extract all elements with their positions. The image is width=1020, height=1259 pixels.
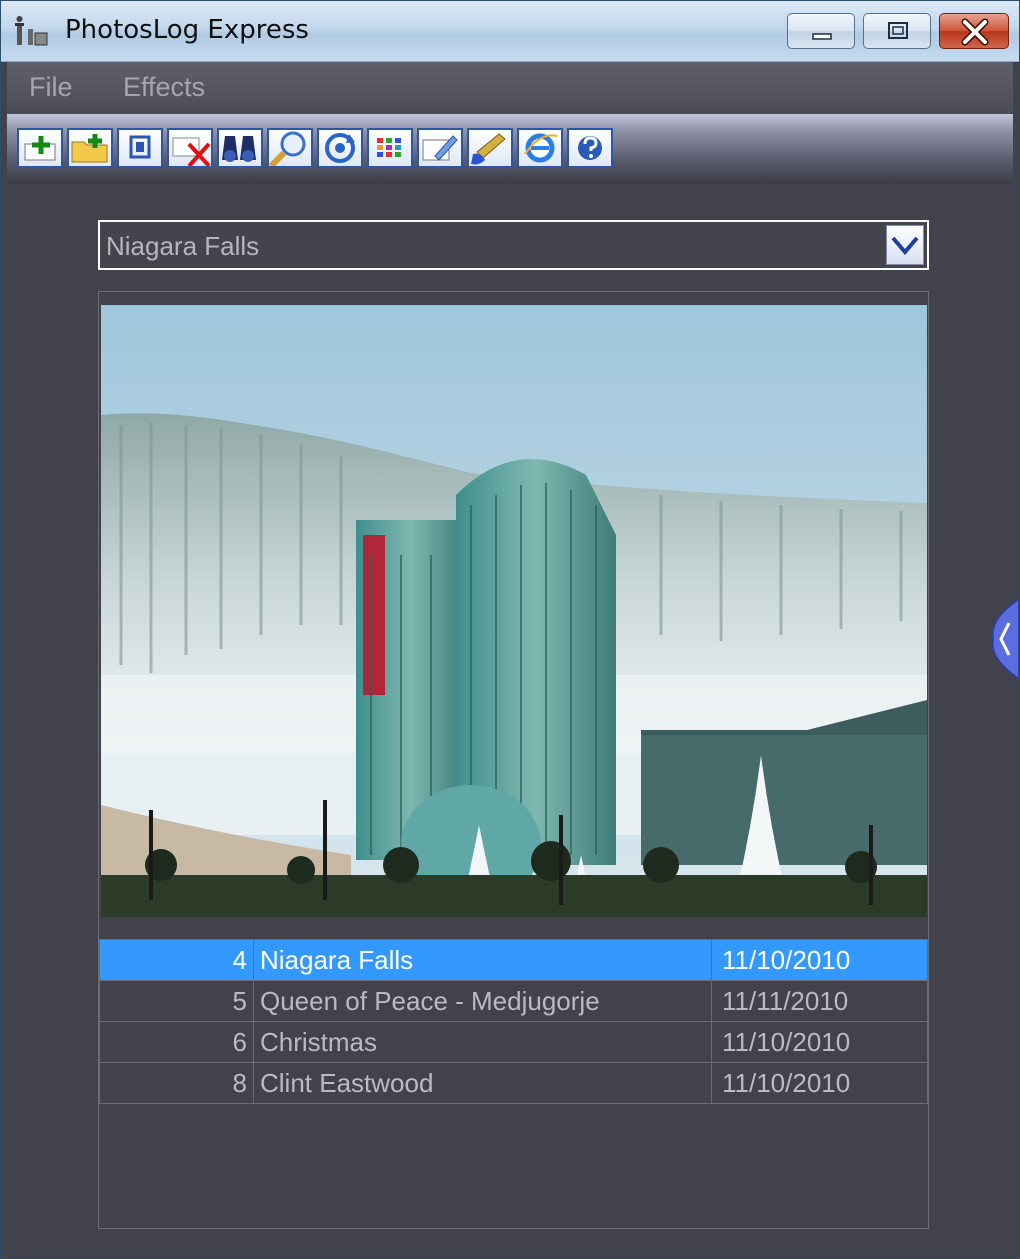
close-icon <box>961 18 989 46</box>
web-button[interactable] <box>517 128 563 168</box>
thumbnails-grid-icon <box>377 138 401 157</box>
close-button[interactable] <box>939 13 1009 49</box>
photo-name-cell: Niagara Falls <box>253 939 712 981</box>
table-row[interactable]: 6 Christmas 11/10/2010 <box>99 1021 928 1063</box>
zoom-button[interactable] <box>267 128 313 168</box>
album-dropdown[interactable]: Niagara Falls <box>98 220 929 270</box>
photo-name-cell: Clint Eastwood <box>253 1062 712 1104</box>
edit-icon <box>422 135 458 161</box>
photo-id-cell: 5 <box>99 980 254 1022</box>
menu-bar: File Effects <box>7 62 1013 114</box>
title-bar[interactable]: PhotosLog Express <box>1 1 1019 62</box>
paint-button[interactable] <box>467 128 513 168</box>
maximize-button[interactable] <box>863 13 931 49</box>
rotate-icon <box>325 133 355 163</box>
delete-icon <box>172 137 211 166</box>
minimize-icon <box>812 33 832 40</box>
edit-button[interactable] <box>417 128 463 168</box>
dropdown-arrow-button[interactable] <box>886 225 924 265</box>
photo-date-cell: 11/11/2010 <box>711 980 928 1022</box>
photo-date-cell: 11/10/2010 <box>711 939 928 981</box>
add-folder-icon <box>71 134 108 163</box>
help-button[interactable] <box>567 128 613 168</box>
delete-button[interactable] <box>167 128 213 168</box>
thumbnails-button[interactable] <box>367 128 413 168</box>
photo-id-cell: 4 <box>99 939 254 981</box>
niagara-falls-photo <box>101 305 927 917</box>
add-photo-button[interactable] <box>17 128 63 168</box>
toolbar <box>7 114 1013 184</box>
photo-name-cell: Christmas <box>253 1021 712 1063</box>
table-row[interactable]: 4 Niagara Falls 11/10/2010 <box>99 939 928 981</box>
binoculars-icon <box>222 136 256 162</box>
photo-preview <box>101 305 927 917</box>
photo-date-cell: 11/10/2010 <box>711 1062 928 1104</box>
chevron-down-icon <box>891 236 919 256</box>
photo-name-cell: Queen of Peace - Medjugorje <box>253 980 712 1022</box>
restore-icon <box>888 22 908 39</box>
app-window: PhotosLog Express File Effects Niagara F… <box>0 0 1020 1259</box>
help-icon <box>578 136 602 160</box>
menu-effects[interactable]: Effects <box>123 72 205 103</box>
frame-button[interactable] <box>117 128 163 168</box>
photo-list: 4 Niagara Falls 11/10/2010 5 Queen of Pe… <box>99 939 928 1104</box>
album-selected-value: Niagara Falls <box>106 231 260 261</box>
window-title: PhotosLog Express <box>65 15 309 45</box>
photo-id-cell: 8 <box>99 1062 254 1104</box>
frame-icon <box>129 135 151 159</box>
table-row[interactable]: 8 Clint Eastwood 11/10/2010 <box>99 1062 928 1104</box>
table-row[interactable]: 5 Queen of Peace - Medjugorje 11/11/2010 <box>99 980 928 1022</box>
find-button[interactable] <box>217 128 263 168</box>
magnifier-icon <box>269 131 306 166</box>
app-logo-icon <box>15 16 48 46</box>
internet-explorer-icon <box>524 133 558 163</box>
paint-brush-icon <box>471 133 506 165</box>
photo-id-cell: 6 <box>99 1021 254 1063</box>
menu-file[interactable]: File <box>29 72 73 103</box>
add-photo-icon <box>24 136 56 161</box>
side-panel-toggle-icon[interactable] <box>989 599 1019 679</box>
minimize-button[interactable] <box>787 13 855 49</box>
add-folder-button[interactable] <box>67 128 113 168</box>
photo-date-cell: 11/10/2010 <box>711 1021 928 1063</box>
rotate-button[interactable] <box>317 128 363 168</box>
